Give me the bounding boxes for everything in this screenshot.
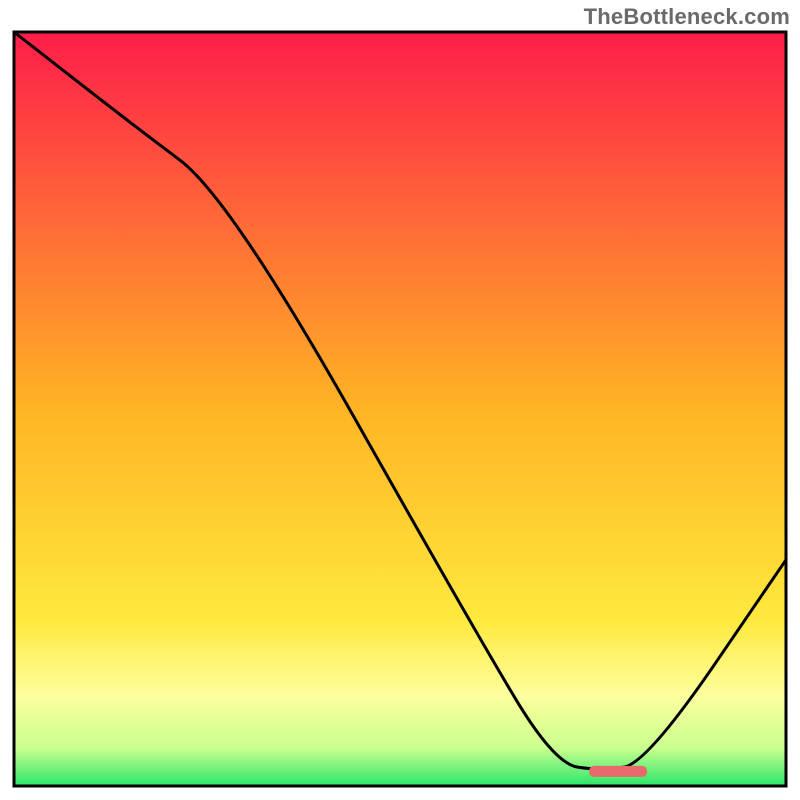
gradient-background	[14, 32, 786, 786]
optimal-marker	[589, 766, 647, 777]
watermark-label: TheBottleneck.com	[584, 4, 790, 30]
chart-container: TheBottleneck.com	[0, 0, 800, 800]
bottleneck-chart	[0, 0, 800, 800]
